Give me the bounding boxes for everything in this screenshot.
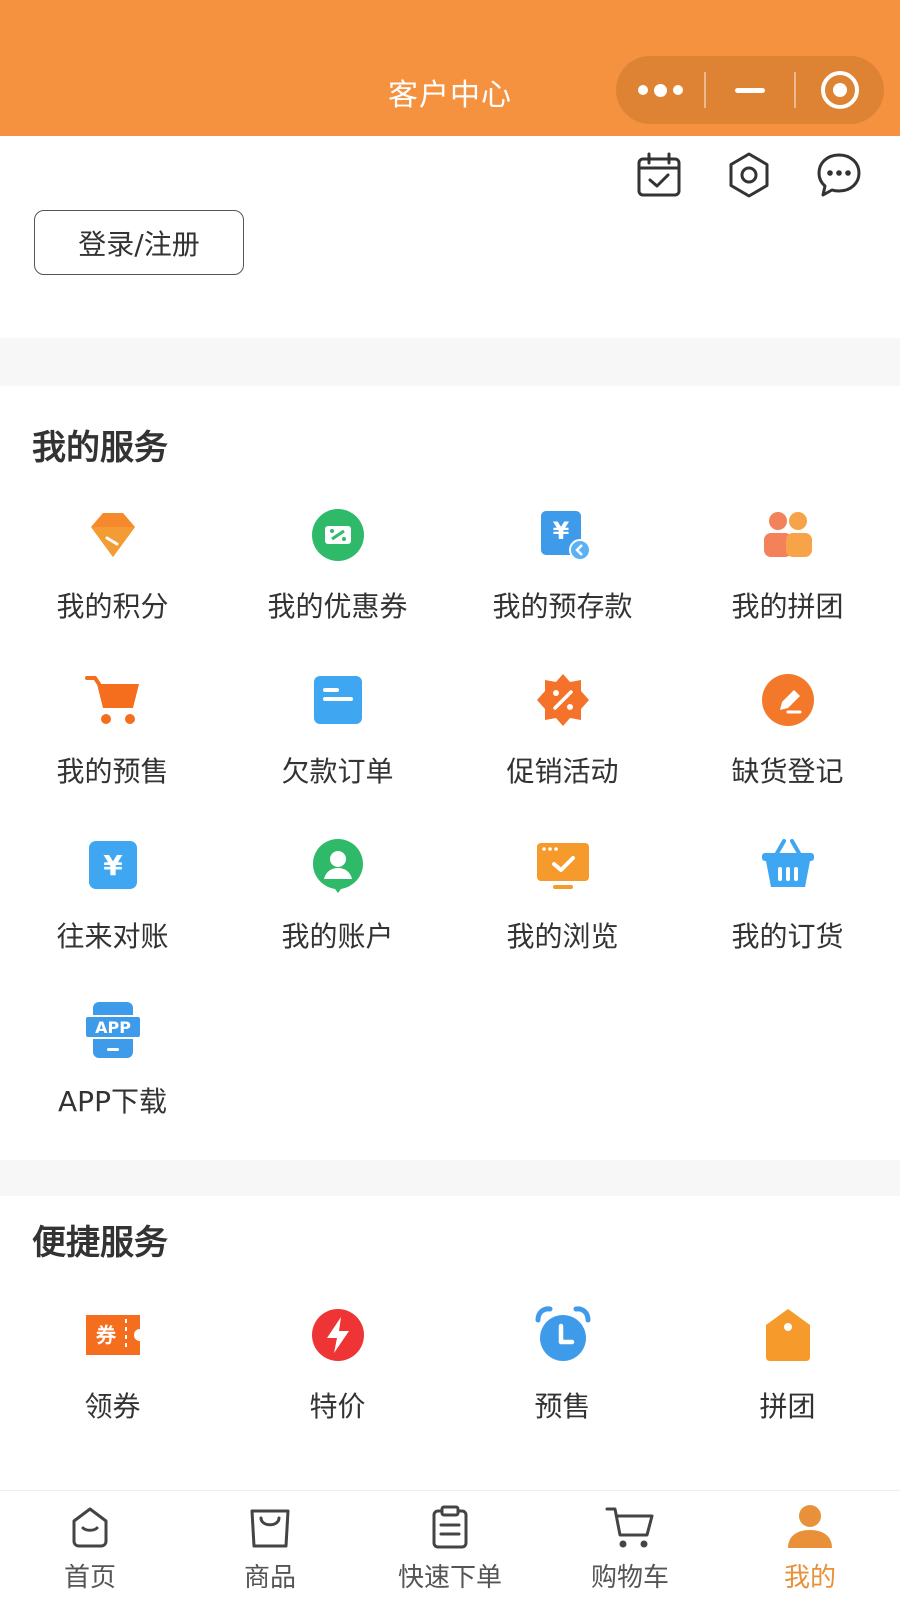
tab-shopping-cart[interactable]: 购物车 (540, 1491, 720, 1600)
tab-home[interactable]: 首页 (0, 1491, 180, 1600)
svg-text:APP: APP (95, 1018, 131, 1037)
tag-group-icon (756, 1303, 820, 1367)
login-register-button[interactable]: 登录/注册 (34, 210, 244, 275)
alarm-clock-icon (531, 1303, 595, 1367)
miniprogram-capsule (616, 56, 884, 124)
service-stockout-registration[interactable]: 缺货登记 (675, 660, 900, 825)
service-app-download[interactable]: APP APP下载 (0, 990, 225, 1155)
shopping-cart-icon (604, 1501, 656, 1553)
service-promotions[interactable]: 促销活动 (450, 660, 675, 825)
group-users-icon (756, 503, 820, 567)
service-my-browsing[interactable]: 我的浏览 (450, 825, 675, 990)
section-divider (0, 338, 900, 386)
more-dots-icon (637, 83, 683, 97)
shopping-bag-icon (244, 1501, 296, 1553)
minus-icon (735, 87, 765, 93)
svg-text:¥: ¥ (552, 517, 569, 545)
bottom-tabbar: 首页 商品 快速下单 购物车 我的 (0, 1490, 900, 1600)
reconcile-yen-icon: ¥ (81, 833, 145, 897)
service-my-account[interactable]: 我的账户 (225, 825, 450, 990)
promotion-badge-icon (531, 668, 595, 732)
service-my-orders[interactable]: 我的订货 (675, 825, 900, 990)
service-my-prepaid[interactable]: ¥ 我的预存款 (450, 495, 675, 660)
close-miniprogram-button[interactable] (796, 56, 884, 124)
browse-monitor-icon (531, 833, 595, 897)
diamond-points-icon (81, 503, 145, 567)
my-services-grid: 我的积分 我的优惠券 ¥ 我的预存款 我的拼团 我的预售 欠款订单 促销活动 缺… (0, 495, 900, 1155)
ticket-coupon-icon: 券 (81, 1303, 145, 1367)
service-my-points[interactable]: 我的积分 (0, 495, 225, 660)
tab-products[interactable]: 商品 (180, 1491, 360, 1600)
quick-presale[interactable]: 预售 (450, 1295, 675, 1460)
quick-group-buy[interactable]: 拼团 (675, 1295, 900, 1460)
cart-presale-icon (81, 668, 145, 732)
quick-special-price[interactable]: 特价 (225, 1295, 450, 1460)
service-debt-orders[interactable]: 欠款订单 (225, 660, 450, 825)
calendar-check-icon[interactable] (634, 150, 684, 200)
svg-text:¥: ¥ (103, 849, 123, 882)
debt-order-icon (306, 668, 370, 732)
tab-mine[interactable]: 我的 (720, 1491, 900, 1600)
app-download-icon: APP (81, 998, 145, 1062)
profile-user-icon (784, 1501, 836, 1553)
clipboard-order-icon (424, 1501, 476, 1553)
message-chat-icon[interactable] (814, 150, 864, 200)
nav-header: 客户中心 (0, 0, 900, 136)
my-services-title: 我的服务 (32, 428, 168, 468)
service-reconciliation[interactable]: ¥ 往来对账 (0, 825, 225, 990)
section-divider (0, 1160, 900, 1196)
minimize-button[interactable] (706, 56, 794, 124)
service-my-presale[interactable]: 我的预售 (0, 660, 225, 825)
settings-hexagon-icon[interactable] (724, 150, 774, 200)
stockout-edit-icon (756, 668, 820, 732)
order-basket-icon (756, 833, 820, 897)
quick-services-grid: 券 领券 特价 预售 拼团 (0, 1295, 900, 1460)
account-user-icon (306, 833, 370, 897)
tab-quick-order[interactable]: 快速下单 (360, 1491, 540, 1600)
target-circle-icon (821, 71, 859, 109)
top-tools (634, 150, 864, 200)
lightning-sale-icon (306, 1303, 370, 1367)
service-my-group-buy[interactable]: 我的拼团 (675, 495, 900, 660)
coupon-icon (306, 503, 370, 567)
home-icon (64, 1501, 116, 1553)
quick-get-coupon[interactable]: 券 领券 (0, 1295, 225, 1460)
quick-services-title: 便捷服务 (32, 1223, 168, 1263)
svg-text:券: 券 (95, 1323, 117, 1347)
service-my-coupons[interactable]: 我的优惠券 (225, 495, 450, 660)
more-button[interactable] (616, 56, 704, 124)
prepaid-yen-icon: ¥ (531, 503, 595, 567)
